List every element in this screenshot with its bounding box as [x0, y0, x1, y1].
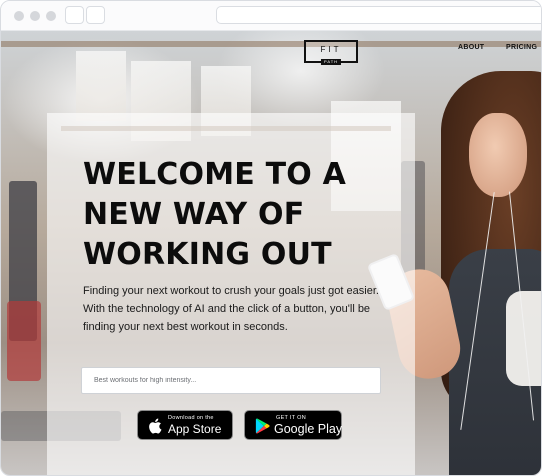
nav-pricing[interactable]: PRICING: [506, 44, 537, 51]
google-play-icon: [255, 418, 270, 434]
nav-about[interactable]: ABOUT: [458, 44, 484, 51]
browser-toolbar: [1, 1, 541, 31]
google-play-label: Google Play: [274, 422, 343, 436]
app-store-button[interactable]: Download on the App Store: [137, 410, 233, 440]
apple-icon: [149, 418, 162, 434]
window-control-dot[interactable]: [14, 11, 24, 21]
window-control-dot[interactable]: [46, 11, 56, 21]
model-face: [469, 113, 527, 197]
back-button[interactable]: [65, 6, 84, 24]
workout-search-input[interactable]: [81, 367, 381, 394]
app-store-label: App Store: [168, 422, 222, 436]
logo-subtext: PATH: [320, 59, 342, 65]
window-control-dot[interactable]: [30, 11, 40, 21]
hero-section: FIT PATH ABOUT PRICING WELCOME TO A NEW …: [1, 31, 541, 475]
address-bar[interactable]: [216, 6, 541, 24]
google-play-caption: GET IT ON: [276, 415, 307, 421]
hero-headline: WELCOME TO A NEW WAY OF WORKING OUT: [83, 155, 383, 275]
headline-line: NEW WAY OF: [83, 197, 305, 232]
headline-line: WORKING OUT: [83, 237, 332, 272]
logo-text: FIT: [320, 45, 342, 54]
forward-button[interactable]: [86, 6, 105, 24]
browser-window: FIT PATH ABOUT PRICING WELCOME TO A NEW …: [0, 0, 542, 476]
background-window: [76, 51, 126, 121]
fitpath-logo[interactable]: FIT PATH: [304, 40, 358, 65]
punching-bag: [7, 301, 41, 381]
google-play-button[interactable]: GET IT ON Google Play: [244, 410, 342, 440]
hero-description: Finding your next workout to crush your …: [83, 285, 379, 333]
headline-line: WELCOME TO A: [83, 157, 347, 192]
app-store-caption: Download on the: [168, 415, 214, 421]
